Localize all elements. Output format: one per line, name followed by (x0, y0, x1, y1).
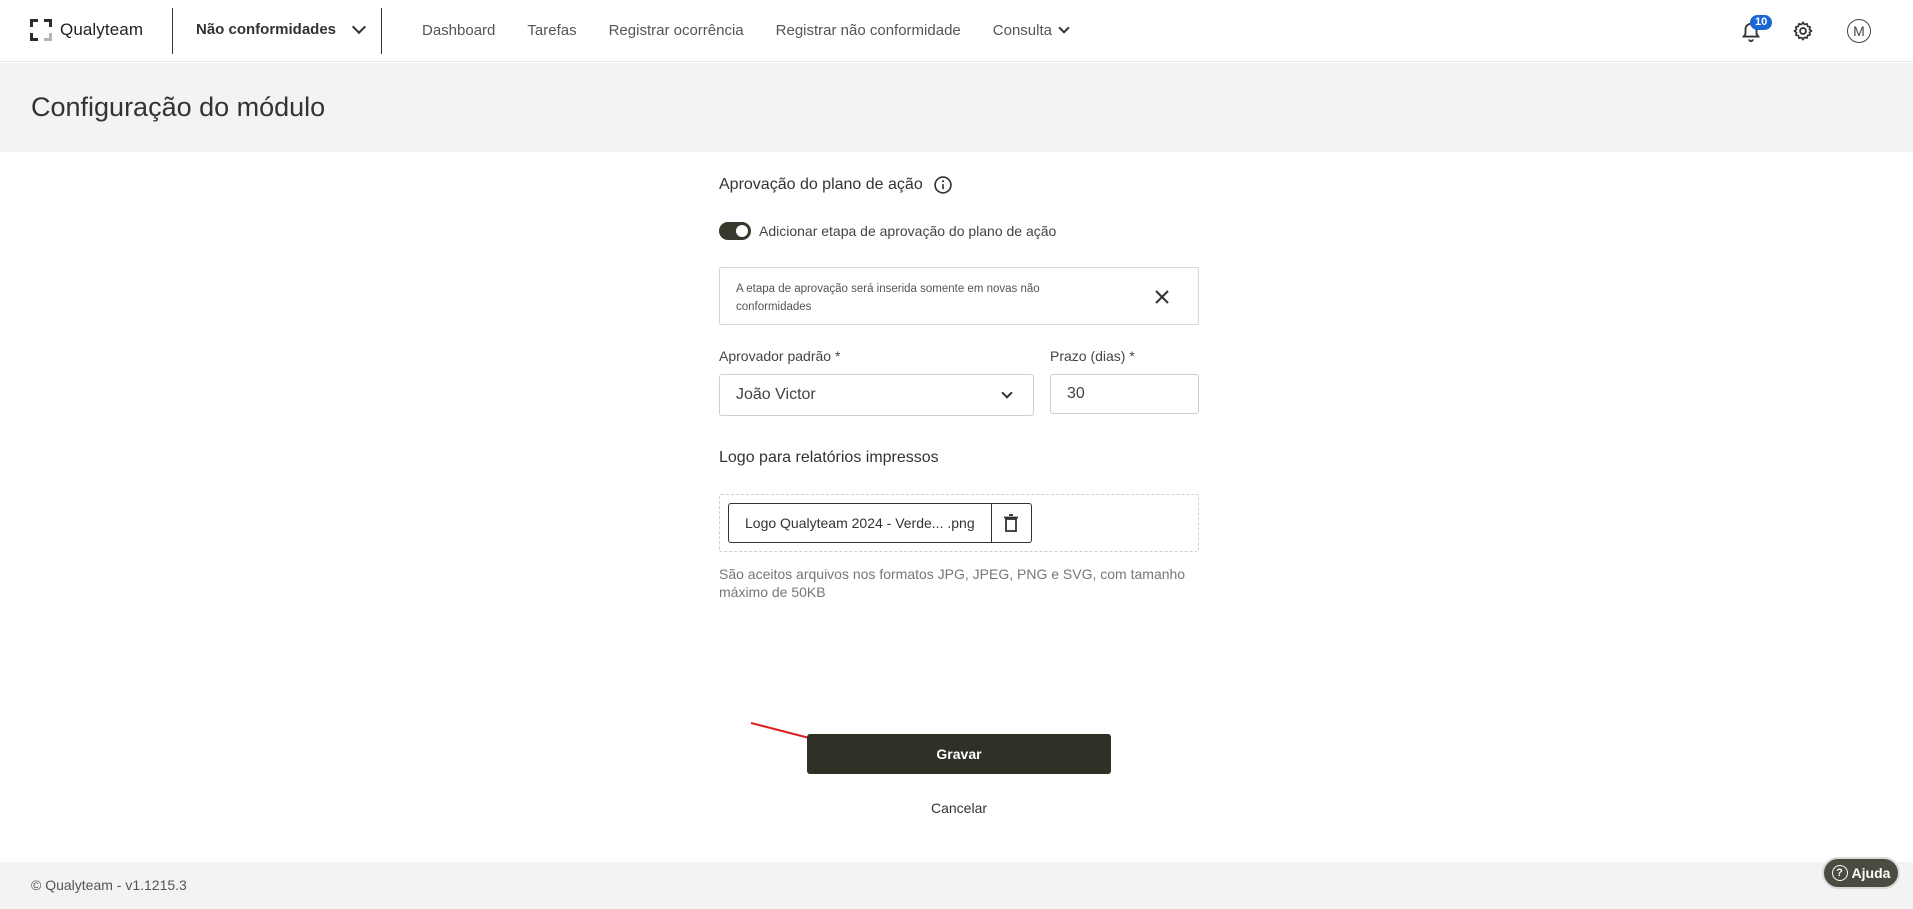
chevron-down-icon (1058, 22, 1070, 34)
save-button[interactable]: Gravar (807, 734, 1111, 774)
chevron-down-icon (1001, 386, 1013, 399)
nav-divider (172, 8, 173, 54)
trash-icon (1004, 514, 1019, 532)
deadline-input[interactable] (1050, 374, 1199, 414)
nav-consulta-label: Consulta (992, 22, 1052, 39)
qualyteam-logo-icon (30, 19, 52, 41)
uploaded-file-name[interactable]: Logo Qualyteam 2024 - Verde... .png (728, 503, 992, 543)
brand-name: Qualyteam (60, 20, 144, 39)
page-footer: © Qualyteam - v1.1215.3 (0, 862, 1913, 909)
cancel-button[interactable]: Cancelar (931, 800, 987, 816)
help-label: Ajuda (1851, 865, 1891, 881)
delete-file-button[interactable] (991, 503, 1032, 543)
nav-tarefas[interactable]: Tarefas (527, 22, 576, 39)
page-title: Configuração do módulo (31, 92, 326, 122)
approver-label: Aprovador padrão * (719, 348, 841, 364)
info-alert: A etapa de aprovação será inserida somen… (719, 267, 1199, 325)
help-icon: ? (1831, 865, 1848, 881)
close-icon[interactable] (1154, 289, 1170, 305)
approver-select[interactable]: João Victor (719, 374, 1034, 416)
approval-section-title: Aprovação do plano de ação (719, 175, 953, 195)
deadline-label: Prazo (dias) * (1050, 348, 1135, 364)
uploaded-file: Logo Qualyteam 2024 - Verde... .png (728, 503, 1032, 543)
module-selector-label: Não conformidades (196, 21, 337, 38)
approval-toggle-row: Adicionar etapa de aprovação do plano de… (719, 222, 1056, 240)
info-icon[interactable] (933, 175, 953, 195)
copyright-text: © Qualyteam - v1.1215.3 (31, 877, 187, 893)
logo-section-title: Logo para relatórios impressos (719, 449, 939, 466)
help-button[interactable]: ? Ajuda (1822, 857, 1900, 889)
approver-selected-value: João Victor (736, 386, 816, 403)
approval-toggle-label: Adicionar etapa de aprovação do plano de… (759, 223, 1057, 239)
main-nav: Dashboard Tarefas Registrar ocorrência R… (422, 22, 1070, 39)
nav-registrar-nao-conformidade[interactable]: Registrar não conformidade (776, 22, 961, 39)
nav-registrar-ocorrencia[interactable]: Registrar ocorrência (609, 22, 744, 39)
chevron-down-icon (351, 19, 367, 35)
approval-title-text: Aprovação do plano de ação (719, 176, 923, 193)
module-selector[interactable]: Não conformidades (196, 19, 367, 38)
gear-icon[interactable] (1792, 20, 1814, 42)
notification-badge: 10 (1750, 15, 1773, 30)
nav-consulta[interactable]: Consulta (992, 22, 1070, 39)
brand-logo[interactable]: Qualyteam (30, 19, 143, 41)
top-navbar: Qualyteam Não conformidades Dashboard Ta… (0, 0, 1913, 62)
nav-dashboard[interactable]: Dashboard (422, 22, 495, 39)
file-format-hint: São aceitos arquivos nos formatos JPG, J… (719, 566, 1186, 600)
alert-text: A etapa de aprovação será inserida somen… (736, 283, 1040, 313)
nav-divider (381, 8, 382, 54)
approval-toggle[interactable] (719, 222, 751, 240)
logo-upload-area[interactable]: Logo Qualyteam 2024 - Verde... .png (719, 494, 1199, 552)
user-avatar[interactable]: M (1847, 19, 1871, 43)
page-header: Configuração do módulo (0, 63, 1913, 152)
